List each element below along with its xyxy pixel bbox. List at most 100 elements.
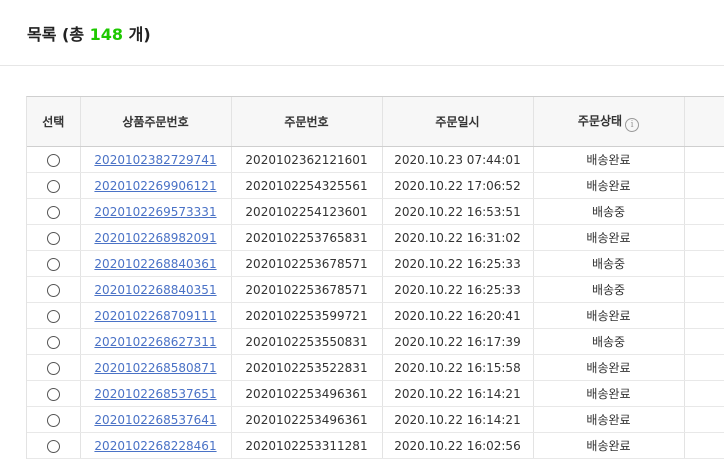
product-order-no-link[interactable]: 2020102268840361 [94, 257, 216, 271]
row-select-radio[interactable] [46, 361, 60, 375]
product-order-no-cell: 2020102268537641 [80, 406, 232, 433]
table-row: 2020102268537651 2020102253496361 2020.10.… [27, 380, 724, 407]
product-order-no-link[interactable]: 2020102382729741 [94, 153, 216, 167]
status-cell: 배송완료 [533, 406, 685, 433]
status-cell: 배송완료 [533, 224, 685, 251]
product-order-no-cell: 2020102268840351 [80, 276, 232, 303]
order-no-cell: 2020102253496361 [231, 380, 383, 407]
extra-cell [684, 354, 724, 381]
title-suffix: 개) [123, 25, 151, 44]
ordered-at-cell: 2020.10.22 17:06:52 [382, 172, 534, 199]
ordered-at-cell: 2020.10.22 16:25:33 [382, 276, 534, 303]
extra-cell [684, 276, 724, 303]
extra-cell [684, 198, 724, 225]
table-row: 2020102268840351 2020102253678571 2020.10.… [27, 276, 724, 303]
ordered-at-cell: 2020.10.22 16:14:21 [382, 380, 534, 407]
status-cell: 배송완료 [533, 172, 685, 199]
extra-cell [684, 146, 724, 173]
order-no-cell: 2020102253599721 [231, 302, 383, 329]
extra-cell [684, 406, 724, 433]
row-select-radio[interactable] [46, 387, 60, 401]
title-prefix: 목록 (총 [27, 25, 90, 44]
ordered-at-cell: 2020.10.22 16:20:41 [382, 302, 534, 329]
table-row: 2020102269906121 2020102254325561 2020.10.… [27, 172, 724, 199]
ordered-at-cell: 2020.10.22 16:02:56 [382, 432, 534, 459]
product-order-no-link[interactable]: 2020102268537641 [94, 413, 216, 427]
extra-cell [684, 302, 724, 329]
product-order-no-link[interactable]: 2020102269906121 [94, 179, 216, 193]
status-cell: 배송중 [533, 328, 685, 355]
extra-cell [684, 250, 724, 277]
status-cell: 배송중 [533, 250, 685, 277]
status-cell: 배송완료 [533, 302, 685, 329]
row-select-radio[interactable] [46, 335, 60, 349]
ordered-at-cell: 2020.10.22 16:15:58 [382, 354, 534, 381]
order-no-cell: 2020102253765831 [231, 224, 383, 251]
product-order-no-link[interactable]: 2020102268627311 [94, 335, 216, 349]
select-cell [27, 250, 81, 277]
table-row: 2020102268580871 2020102253522831 2020.10.… [27, 354, 724, 381]
row-select-radio[interactable] [46, 413, 60, 427]
order-table: 선택 상품주문번호 주문번호 주문일시 주문상태 i 20201023827297… [27, 97, 724, 459]
ordered-at-cell: 2020.10.22 16:25:33 [382, 250, 534, 277]
extra-cell [684, 224, 724, 251]
select-cell [27, 328, 81, 355]
select-cell [27, 302, 81, 329]
column-header-extra [684, 97, 724, 147]
product-order-no-cell: 2020102268580871 [80, 354, 232, 381]
row-select-radio[interactable] [46, 179, 60, 193]
ordered-at-cell: 2020.10.22 16:17:39 [382, 328, 534, 355]
order-no-cell: 2020102253522831 [231, 354, 383, 381]
column-header-select: 선택 [27, 97, 81, 147]
status-cell: 배송완료 [533, 146, 685, 173]
extra-cell [684, 432, 724, 459]
order-no-cell: 2020102253496361 [231, 406, 383, 433]
extra-cell [684, 380, 724, 407]
select-cell [27, 406, 81, 433]
ordered-at-cell: 2020.10.23 07:44:01 [382, 146, 534, 173]
product-order-no-link[interactable]: 2020102268982091 [94, 231, 216, 245]
select-cell [27, 224, 81, 251]
select-cell [27, 380, 81, 407]
product-order-no-cell: 2020102269906121 [80, 172, 232, 199]
product-order-no-link[interactable]: 2020102268840351 [94, 283, 216, 297]
table-row: 2020102382729741 2020102362121601 2020.10.… [27, 146, 724, 173]
order-no-cell: 2020102254325561 [231, 172, 383, 199]
row-select-radio[interactable] [46, 257, 60, 271]
row-select-radio[interactable] [46, 205, 60, 219]
status-cell: 배송중 [533, 276, 685, 303]
product-order-no-link[interactable]: 2020102268580871 [94, 361, 216, 375]
table-row: 2020102268709111 2020102253599721 2020.10.… [27, 302, 724, 329]
order-no-cell: 2020102253678571 [231, 276, 383, 303]
product-order-no-cell: 2020102268627311 [80, 328, 232, 355]
status-cell: 배송완료 [533, 380, 685, 407]
ordered-at-cell: 2020.10.22 16:31:02 [382, 224, 534, 251]
table-row: 2020102268840361 2020102253678571 2020.10.… [27, 250, 724, 277]
ordered-at-cell: 2020.10.22 16:53:51 [382, 198, 534, 225]
row-select-radio[interactable] [46, 283, 60, 297]
select-cell [27, 432, 81, 459]
column-header-product-order-no: 상품주문번호 [80, 97, 232, 147]
row-select-radio[interactable] [46, 231, 60, 245]
status-cell: 배송중 [533, 198, 685, 225]
product-order-no-link[interactable]: 2020102268709111 [94, 309, 216, 323]
column-header-status: 주문상태 i [533, 97, 685, 147]
product-order-no-link[interactable]: 2020102268228461 [94, 439, 216, 453]
status-header-label: 주문상태 [577, 113, 623, 128]
list-header: 목록 (총 148 개) [0, 0, 724, 66]
total-count: 148 [89, 25, 124, 44]
select-cell [27, 198, 81, 225]
row-select-radio[interactable] [46, 439, 60, 453]
ordered-at-cell: 2020.10.22 16:14:21 [382, 406, 534, 433]
product-order-no-cell: 2020102268840361 [80, 250, 232, 277]
order-table-container[interactable]: 선택 상품주문번호 주문번호 주문일시 주문상태 i 20201023827297… [26, 96, 724, 459]
row-select-radio[interactable] [46, 153, 60, 167]
product-order-no-link[interactable]: 2020102269573331 [94, 205, 216, 219]
extra-cell [684, 172, 724, 199]
order-no-cell: 2020102253678571 [231, 250, 383, 277]
info-icon[interactable]: i [625, 117, 640, 132]
row-select-radio[interactable] [46, 309, 60, 323]
extra-cell [684, 328, 724, 355]
product-order-no-link[interactable]: 2020102268537651 [94, 387, 216, 401]
table-row: 2020102268537641 2020102253496361 2020.10.… [27, 406, 724, 433]
